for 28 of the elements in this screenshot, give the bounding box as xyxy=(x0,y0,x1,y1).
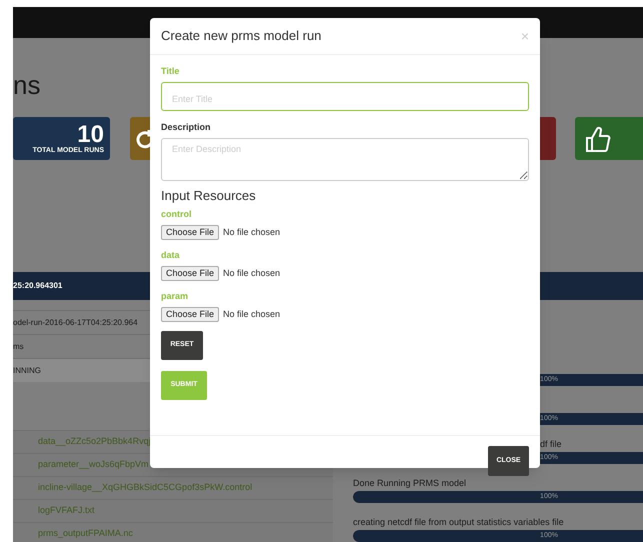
file-status: No file chosen xyxy=(223,226,280,239)
page-heading: ns xyxy=(13,72,40,98)
choose-file-button[interactable]: Choose File xyxy=(161,266,220,281)
file-link[interactable]: incline-village__XqGHGBkSidC5CGpof3sPkW.control xyxy=(38,481,252,495)
progress-label: Done Running PRMS model xyxy=(353,477,466,490)
modal-title: Create new prms model run xyxy=(161,27,322,46)
field-label: Title xyxy=(161,65,180,78)
file-label: control xyxy=(161,208,192,222)
file-link[interactable]: prms_outputFPAIMA.nc xyxy=(38,527,133,541)
choose-file-button[interactable]: Choose File xyxy=(161,225,220,240)
file-link[interactable]: logFVFAFJ.txt xyxy=(38,504,95,518)
row-text: odel-run-2016-06-17T04:25:20.964 xyxy=(13,316,138,328)
file-label: param xyxy=(161,290,190,304)
field-label: Description xyxy=(161,121,212,134)
stat-value: 10 xyxy=(77,123,104,147)
file-link[interactable]: data__oZZc5o2PbBbk4Rvqj xyxy=(38,435,151,449)
progress-label: df file xyxy=(540,438,562,452)
file-label: data xyxy=(161,249,181,262)
run-header-text: 25:20.964301 xyxy=(13,280,62,292)
section-heading: Input Resources xyxy=(161,187,257,205)
row-text: INNING xyxy=(13,364,41,376)
file-status: No file chosen xyxy=(223,308,280,321)
thumbs-up-icon xyxy=(585,124,611,152)
file-link[interactable]: parameter__woJs6qFbpVm xyxy=(38,458,149,472)
progress-label: creating netcdf file from output statistics variables file xyxy=(353,516,564,530)
choose-file-button[interactable]: Choose File xyxy=(161,307,220,322)
row-text: ms xyxy=(13,340,24,352)
file-status: No file chosen xyxy=(223,266,280,280)
